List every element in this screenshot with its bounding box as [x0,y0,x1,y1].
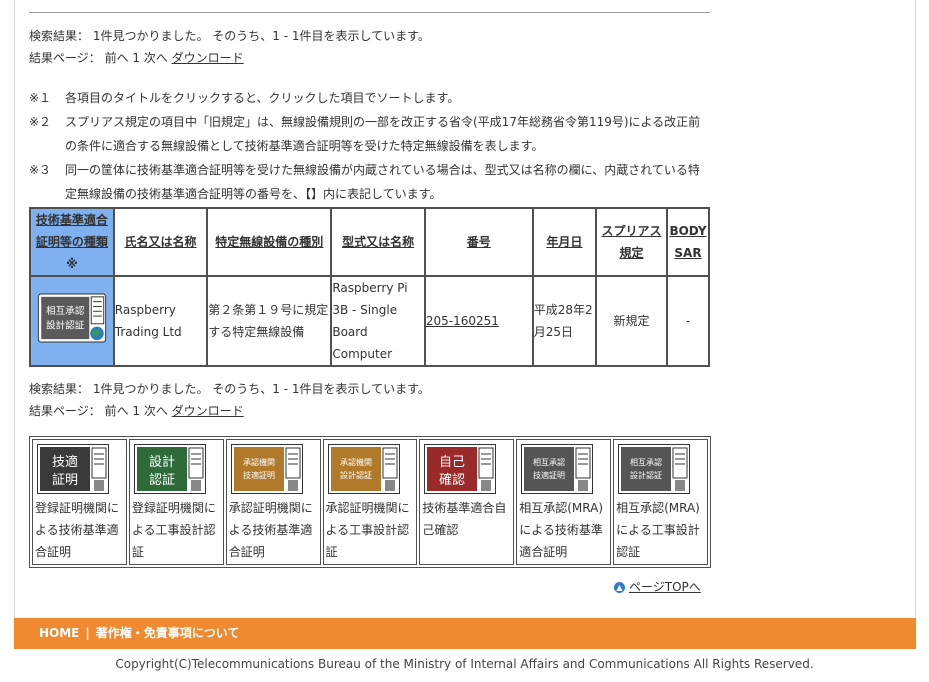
svg-text:設計認証: 設計認証 [46,319,85,331]
footer-bar: HOME | 著作権・免責事項について [14,618,916,649]
page-top-link[interactable]: ページTOPへ [629,580,701,594]
result-pager-bottom: 結果ページ： 前へ 1 次へ ダウンロード [29,400,244,422]
header-equipment-type[interactable]: 特定無線設備の種別 [206,207,333,277]
cell-number: 205-160251 [423,275,534,367]
legend-label: 相互承認(MRA)による技術基準適合証明 [519,501,603,559]
header-number[interactable]: 番号 [423,207,534,277]
sort-name-link[interactable]: 氏名又は名称 [125,235,197,249]
footer-links: HOME | 著作権・免責事項について [39,618,239,649]
pager-label: 結果ページ： 前へ 1 次へ [29,51,168,65]
copyright-text: Copyright(C)Telecommunications Bureau of… [115,657,814,671]
svg-text:相互承認: 相互承認 [46,305,85,317]
footer-separator: | [85,626,90,640]
svg-text:認証: 認証 [149,472,175,488]
header-name[interactable]: 氏名又は名称 [112,207,209,277]
legend-item: 承認機関設計認証承認証明機関による工事設計認証 [322,439,418,565]
cell-body-sar: - [666,275,710,367]
header-date[interactable]: 年月日 [531,207,597,277]
svg-text:相互承認: 相互承認 [630,457,662,467]
note-text: スプリアス規定の項目中「旧規定」は、無線設備規則の一部を改正する省令(平成17年… [65,115,701,153]
legend-item: 承認機関技適証明承認証明機関による技術基準適合証明 [225,439,321,565]
approved-design-icon: 承認機関設計認証 [327,444,400,494]
note-item: ※３ 同一の筐体に技術基準適合証明等を受けた無線設備が内蔵されている場合は、型式又… [29,158,709,206]
legend-row: 技適 証明 登録証明機関による技術基準適合証明 設計 認証 登録証明機関による工事設計認証… [32,439,708,565]
mra-technical-icon: 相互承認技適証明 [521,444,594,494]
svg-text:技適証明: 技適証明 [533,470,565,480]
legend-label: 登録証明機関による技術基準適合証明 [35,501,120,559]
home-link[interactable]: HOME [39,626,79,640]
table-row: 相互承認 設計認証 Raspberry Trading Ltd 第２条第１９号に… [29,275,710,367]
svg-text:自己: 自己 [439,455,465,470]
result-summary-top: 検索結果： 1件見つかりました。 そのうち、1 - 1件目を表示しています。 [29,29,430,43]
divider [29,12,710,13]
svg-text:技適: 技適 [52,454,78,470]
sort-cert-type-link[interactable]: 技術基準適合 証明等の種類 [36,213,108,249]
note-text: 同一の筐体に技術基準適合証明等を受けた無線設備が内蔵されている場合は、型式又は名… [65,163,700,201]
svg-text:技適証明: 技適証明 [243,470,275,480]
legend-item: 相互承認技適証明相互承認(MRA)による技術基準適合証明 [516,439,612,565]
header-spurious[interactable]: スプリアス 規定 [594,207,669,277]
svg-text:確認: 確認 [439,472,465,488]
header-model[interactable]: 型式又は名称 [330,207,426,277]
note-mark: ※２ [29,115,52,129]
legend-label: 相互承認(MRA)による工事設計認証 [616,501,700,559]
cert-technical-icon: 技適証明 [37,444,109,494]
cell-spurious: 新規定 [594,275,669,367]
cell-model: Raspberry Pi 3B - Single Board Computer [330,275,426,367]
legend-label: 承認証明機関による工事設計認証 [325,501,410,559]
svg-text:設計認証: 設計認証 [630,470,662,480]
header-cert-type[interactable]: 技術基準適合 証明等の種類 ※ [29,207,115,277]
number-link[interactable]: 205-160251 [426,314,499,328]
cell-name: Raspberry Trading Ltd [112,275,209,367]
results-table: 技術基準適合 証明等の種類 ※ 氏名又は名称 特定無線設備の種別 型式又は名称 番号… [29,207,710,367]
cell-equipment-type: 第２条第１９号に規定する特定無線設備 [206,275,333,367]
result-pager-top: 結果ページ： 前へ 1 次へ ダウンロード [29,47,244,69]
page-top[interactable]: ▲ ページTOPへ [614,578,701,595]
sort-date-link[interactable]: 年月日 [546,235,582,249]
legend-label: 登録証明機関による工事設計認証 [131,501,216,559]
legend-item: 設計認証登録証明機関による工事設計認証 [128,439,224,565]
note-item: ※１ 各項目のタイトルをクリックすると、クリックした項目でソートします。 [29,86,709,110]
self-confirm-icon: 自己確認 [424,444,497,494]
download-link-top[interactable]: ダウンロード [172,51,244,65]
copyright-policy-link[interactable]: 著作権・免責事項について [96,626,240,640]
legend-item: 自己確認技術基準適合自己確認 [419,439,515,565]
arrow-up-icon: ▲ [614,582,625,593]
svg-text:設計認証: 設計認証 [340,470,372,480]
note-text: 各項目のタイトルをクリックすると、クリックした項目でソートします。 [65,91,460,105]
svg-text:相互承認: 相互承認 [533,457,565,467]
notes: ※１ 各項目のタイトルをクリックすると、クリックした項目でソートします。 ※２ スプ… [29,86,709,206]
header-body-sar[interactable]: BODY SAR [666,207,710,277]
legend-item: 技適証明登録証明機関による技術基準適合証明 [32,439,127,565]
pager-label: 結果ページ： 前へ 1 次へ [29,404,168,418]
mra-design-certification-icon: 相互承認 設計認証 [37,292,107,343]
sort-number-link[interactable]: 番号 [467,235,491,249]
result-summary-bottom: 検索結果： 1件見つかりました。 そのうち、1 - 1件目を表示しています。 [29,382,430,396]
svg-text:証明: 証明 [52,473,78,488]
cert-design-icon: 設計認証 [133,444,206,494]
cell-cert-type: 相互承認 設計認証 [29,275,115,367]
mra-design-icon: 相互承認設計認証 [618,444,691,494]
svg-text:承認機関: 承認機関 [243,457,275,467]
download-link-bottom[interactable]: ダウンロード [172,404,244,418]
sort-equipment-type-link[interactable]: 特定無線設備の種別 [215,235,323,249]
sort-model-link[interactable]: 型式又は名称 [342,235,414,249]
cell-date: 平成28年2月25日 [531,275,597,367]
legend-label: 承認証明機関による技術基準適合証明 [228,501,313,559]
approved-technical-icon: 承認機関技適証明 [230,444,303,494]
sort-spurious-link[interactable]: スプリアス 規定 [601,224,661,260]
note-mark: ※３ [29,163,52,177]
legend-item: 相互承認設計認証相互承認(MRA)による工事設計認証 [613,439,708,565]
legend-label: 技術基準適合自己確認 [422,501,507,537]
svg-text:設計: 設計 [149,454,175,470]
svg-text:承認機関: 承認機関 [340,457,372,467]
sort-body-sar-link[interactable]: BODY SAR [669,224,706,260]
note-item: ※２ スプリアス規定の項目中「旧規定」は、無線設備規則の一部を改正する省令(平成1… [29,110,709,158]
certification-legend: 技適 証明 登録証明機関による技術基準適合証明 設計 認証 登録証明機関による工事設計認証… [29,436,711,568]
note-mark: ※１ [29,91,52,105]
table-header-row: 技術基準適合 証明等の種類 ※ 氏名又は名称 特定無線設備の種別 型式又は名称 番号… [29,207,710,277]
